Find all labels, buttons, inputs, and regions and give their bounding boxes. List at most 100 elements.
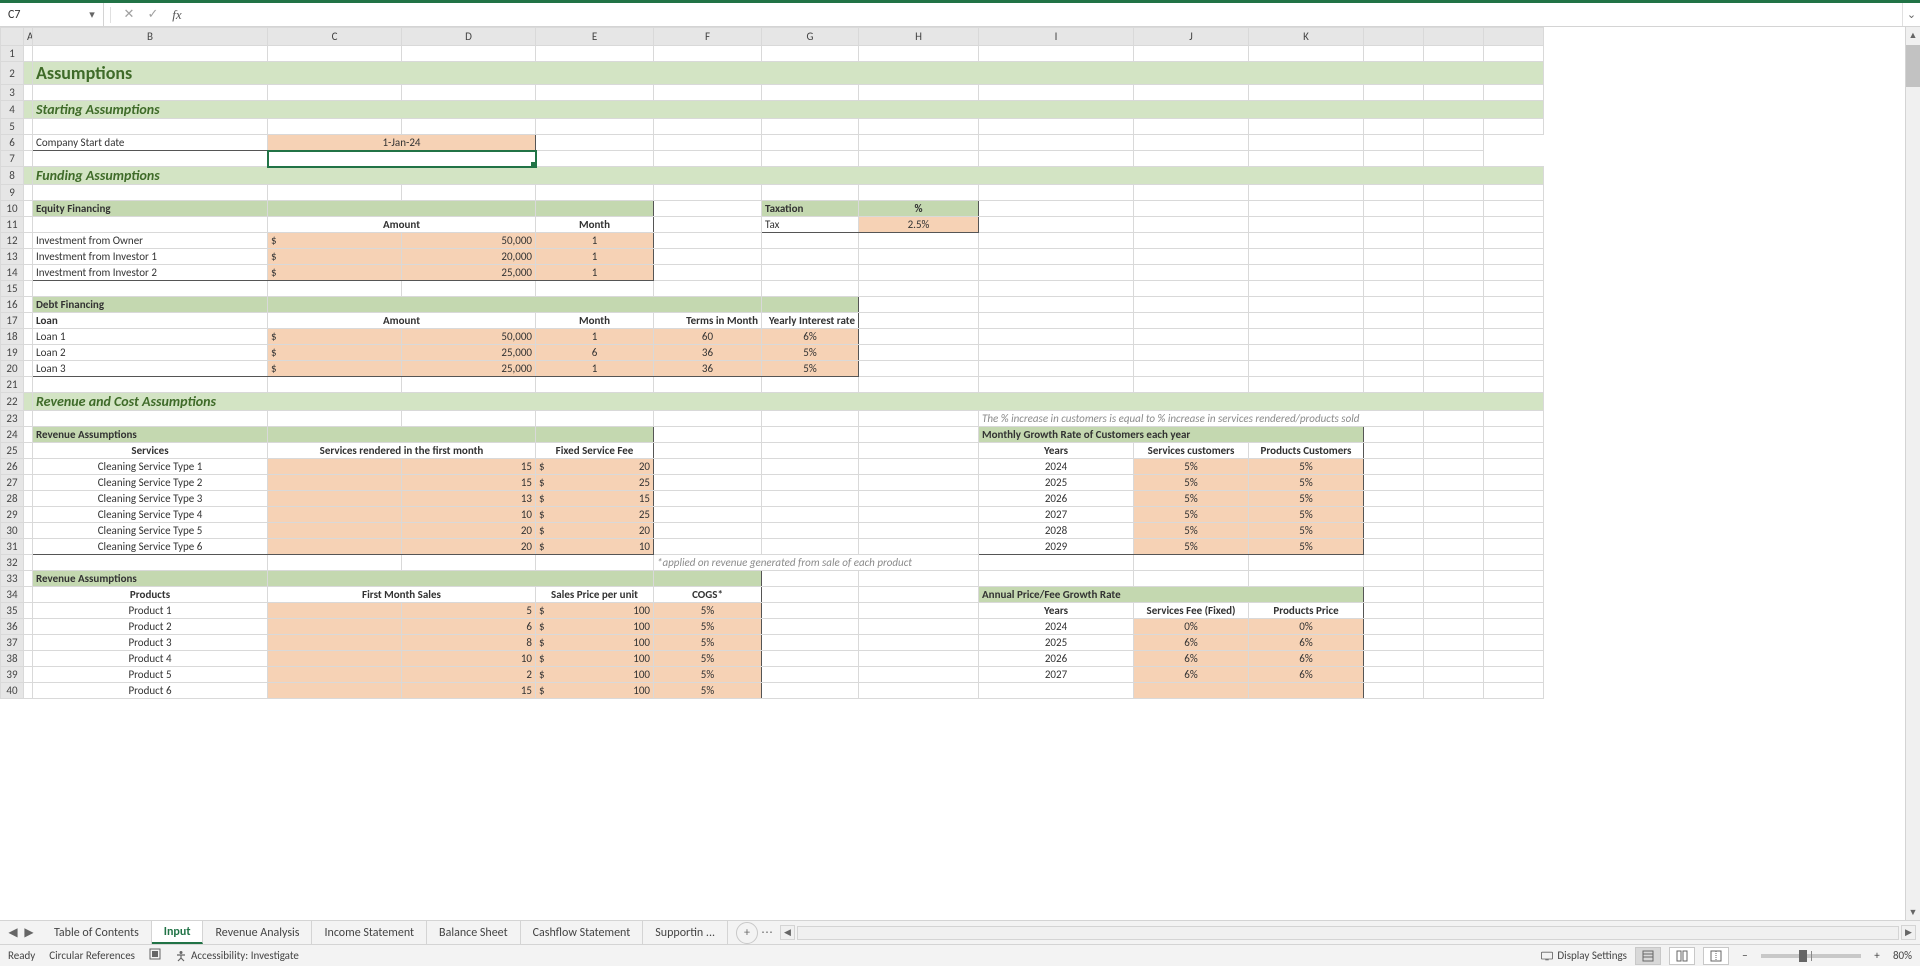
row-18[interactable]: 18 <box>1 329 24 345</box>
row-23[interactable]: 23 <box>1 411 24 427</box>
status-circular-references[interactable]: Circular References <box>49 949 135 962</box>
loan2-month[interactable]: 6 <box>536 345 654 361</box>
macro-record-icon[interactable] <box>149 948 161 963</box>
accessibility-status[interactable]: Accessibility: Investigate <box>175 949 299 962</box>
scroll-thumb[interactable] <box>1906 45 1920 87</box>
expand-formula-bar-icon[interactable]: ⌄ <box>1902 3 1920 26</box>
row-32[interactable]: 32 <box>1 555 24 571</box>
zoom-out-button[interactable]: − <box>1737 949 1753 962</box>
insert-function-icon[interactable]: fx <box>165 3 189 26</box>
growth-services-2029[interactable]: 5% <box>1134 539 1249 555</box>
product4-price-cell[interactable]: $100 <box>536 651 654 667</box>
product3-sales[interactable]: 8 <box>402 635 536 651</box>
investor1-amount[interactable]: 20,000 <box>402 249 536 265</box>
products-price-2026[interactable]: 6% <box>1249 651 1364 667</box>
row-16[interactable]: 16 <box>1 297 24 313</box>
service5-fee-cell[interactable]: $20 <box>536 523 654 539</box>
col-I[interactable]: I <box>979 28 1134 46</box>
service5-rendered[interactable]: 20 <box>402 523 536 539</box>
products-price-2027[interactable]: 6% <box>1249 667 1364 683</box>
row-8[interactable]: 8 <box>1 167 24 185</box>
row-3[interactable]: 3 <box>1 85 24 101</box>
loan2-terms[interactable]: 36 <box>654 345 762 361</box>
service1-rendered[interactable]: 15 <box>402 459 536 475</box>
tab-revenue-analysis[interactable]: Revenue Analysis <box>203 921 312 944</box>
growth-products-2027[interactable]: 5% <box>1249 507 1364 523</box>
zoom-slider[interactable] <box>1761 954 1861 958</box>
services-fee-2027[interactable]: 6% <box>1134 667 1249 683</box>
product3-price-cell[interactable]: $100 <box>536 635 654 651</box>
selected-cell-C7[interactable] <box>268 151 536 167</box>
row-33[interactable]: 33 <box>1 571 24 587</box>
services-fee-2024[interactable]: 0% <box>1134 619 1249 635</box>
loan1-terms[interactable]: 60 <box>654 329 762 345</box>
product5-price-cell[interactable]: $100 <box>536 667 654 683</box>
products-price-2025[interactable]: 6% <box>1249 635 1364 651</box>
growth-products-2024[interactable]: 5% <box>1249 459 1364 475</box>
loan3-amount[interactable]: 25,000 <box>402 361 536 377</box>
row-19[interactable]: 19 <box>1 345 24 361</box>
service4-rendered[interactable]: 10 <box>402 507 536 523</box>
row-7[interactable]: 7 <box>1 151 24 167</box>
col-blank[interactable] <box>1424 28 1484 46</box>
formula-input[interactable] <box>189 3 1902 26</box>
loan2-rate[interactable]: 5% <box>762 345 859 361</box>
growth-products-2029[interactable]: 5% <box>1249 539 1364 555</box>
confirm-icon[interactable]: ✓ <box>141 3 165 26</box>
tax-value[interactable]: 2.5% <box>859 217 979 233</box>
loan3-terms[interactable]: 36 <box>654 361 762 377</box>
vertical-scrollbar[interactable]: ▲ ▼ <box>1905 27 1920 920</box>
tab-supporting[interactable]: Supportin ... <box>643 921 728 944</box>
tab-overflow-icon[interactable]: ⋯ <box>758 925 776 940</box>
col-D[interactable]: D <box>402 28 536 46</box>
row-31[interactable]: 31 <box>1 539 24 555</box>
investor1-month[interactable]: 1 <box>536 249 654 265</box>
row-29[interactable]: 29 <box>1 507 24 523</box>
growth-services-2026[interactable]: 5% <box>1134 491 1249 507</box>
row-2[interactable]: 2 <box>1 62 24 85</box>
products-price-2024[interactable]: 0% <box>1249 619 1364 635</box>
cancel-icon[interactable]: ✕ <box>117 3 141 26</box>
row-15[interactable]: 15 <box>1 281 24 297</box>
service6-fee-cell[interactable]: $10 <box>536 539 654 555</box>
service2-rendered[interactable]: 15 <box>402 475 536 491</box>
tab-next-icon[interactable]: ▶ <box>22 925 36 940</box>
growth-services-2025[interactable]: 5% <box>1134 475 1249 491</box>
growth-products-2026[interactable]: 5% <box>1249 491 1364 507</box>
row-17[interactable]: 17 <box>1 313 24 329</box>
row-37[interactable]: 37 <box>1 635 24 651</box>
column-headers[interactable]: A B C D E F G H I J K <box>1 28 1544 46</box>
col-F[interactable]: F <box>654 28 762 46</box>
row-20[interactable]: 20 <box>1 361 24 377</box>
tab-cashflow-statement[interactable]: Cashflow Statement <box>521 921 644 944</box>
loan1-rate[interactable]: 6% <box>762 329 859 345</box>
row-38[interactable]: 38 <box>1 651 24 667</box>
growth-products-2028[interactable]: 5% <box>1249 523 1364 539</box>
col-B[interactable]: B <box>33 28 268 46</box>
row-11[interactable]: 11 <box>1 217 24 233</box>
product6-sales[interactable]: 15 <box>402 683 536 699</box>
service3-fee-cell[interactable]: $15 <box>536 491 654 507</box>
new-sheet-button[interactable]: + <box>736 922 758 944</box>
zoom-in-button[interactable]: + <box>1869 949 1885 962</box>
services-fee-2026[interactable]: 6% <box>1134 651 1249 667</box>
tab-input[interactable]: Input <box>152 921 204 944</box>
select-all-corner[interactable] <box>1 28 24 46</box>
tab-balance-sheet[interactable]: Balance Sheet <box>427 921 521 944</box>
investor2-month[interactable]: 1 <box>536 265 654 281</box>
hscroll-right-icon[interactable]: ▶ <box>1901 925 1916 940</box>
name-box[interactable]: C7 <box>4 8 85 22</box>
product5-sales[interactable]: 2 <box>402 667 536 683</box>
services-fee-2025[interactable]: 6% <box>1134 635 1249 651</box>
service1-fee-cell[interactable]: $20 <box>536 459 654 475</box>
row-28[interactable]: 28 <box>1 491 24 507</box>
row-13[interactable]: 13 <box>1 249 24 265</box>
col-blank[interactable] <box>1484 28 1544 46</box>
product4-cogs[interactable]: 5% <box>654 651 762 667</box>
row-39[interactable]: 39 <box>1 667 24 683</box>
growth-services-2028[interactable]: 5% <box>1134 523 1249 539</box>
row-25[interactable]: 25 <box>1 443 24 459</box>
product3-cogs[interactable]: 5% <box>654 635 762 651</box>
col-A[interactable]: A <box>24 28 33 46</box>
product1-cogs[interactable]: 5% <box>654 603 762 619</box>
